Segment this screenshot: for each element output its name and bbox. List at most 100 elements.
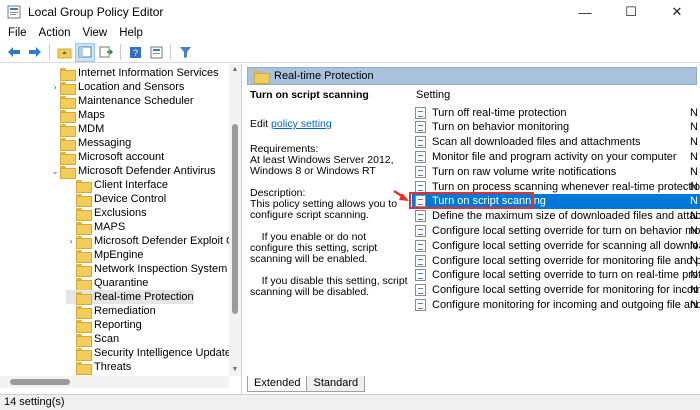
tree-item[interactable]: Scan [66,332,119,347]
policy-setting-icon [415,224,426,237]
properties-button[interactable] [146,43,166,62]
menu-help[interactable]: Help [113,27,149,39]
tree-item[interactable]: Reporting [66,318,142,333]
setting-row[interactable]: Define the maximum size of downloaded fi… [412,209,700,224]
tree-item[interactable]: Threats [66,360,131,375]
setting-name: Configure monitoring for incoming and ou… [432,298,700,311]
menu-file[interactable]: File [2,27,33,39]
toolbar: ? [0,42,700,63]
folder-icon [60,95,76,109]
back-arrow-icon [8,47,20,57]
tree-item[interactable]: Client Interface [66,178,168,193]
scroll-up-arrow-icon[interactable]: ▲ [229,64,241,76]
chevron-down-icon[interactable]: ⌄ [50,166,60,177]
tree-item[interactable]: Remediation [66,304,156,319]
policy-setting-icon [415,210,426,223]
red-arrow-annotation-icon [393,189,409,201]
tree-item[interactable]: Exclusions [66,206,147,221]
setting-row[interactable]: Scan all downloaded files and attachment… [412,135,700,150]
tree-item[interactable]: › Microsoft Defender Exploit Guar [66,234,241,249]
group-policy-app-icon [7,5,21,19]
tree-item[interactable]: MDM [50,122,104,137]
policy-setting-icon [415,195,426,208]
tree-item[interactable]: Device Control [66,192,166,207]
column-header-setting[interactable]: Setting [416,89,450,101]
setting-state: N [690,106,698,119]
setting-row[interactable]: Configure local setting override to turn… [412,268,700,283]
setting-row[interactable]: Turn off real-time protection N [412,105,700,120]
edit-prefix: Edit [250,118,269,130]
tree-item[interactable]: › Location and Sensors [50,80,184,95]
setting-row[interactable]: Configure local setting override for sca… [412,238,700,253]
tree-item[interactable]: Microsoft account [50,150,164,165]
edit-line: Edit policy setting [250,119,410,130]
filter-icon [179,46,191,58]
setting-row[interactable]: Turn on process scanning whenever real-t… [412,179,700,194]
setting-row[interactable]: Turn on behavior monitoring N [412,120,700,135]
tab-extended[interactable]: Extended [247,376,308,392]
tree-scroll-thumb[interactable] [232,124,238,314]
tree-item[interactable]: MpEngine [66,248,144,263]
close-button[interactable]: ✕ [654,0,700,24]
tree-item-label: MAPS [94,221,126,233]
tree-item-label: Internet Information Services [78,67,219,79]
tree-item[interactable]: Quarantine [66,276,148,291]
setting-name: Scan all downloaded files and attachment… [432,136,641,149]
tree-item[interactable]: Network Inspection System [66,262,227,277]
tree-item-label: Remediation [94,305,156,317]
setting-row[interactable]: Configure local setting override for mon… [412,283,700,298]
tree-item[interactable]: Messaging [50,136,131,151]
policy-setting-icon [415,269,426,282]
console-tree-icon [78,46,92,58]
help-icon: ? [129,46,141,58]
tree-item[interactable]: Internet Information Services [50,66,219,81]
help-button[interactable]: ? [125,43,145,62]
chevron-right-icon[interactable]: › [50,82,60,92]
tree-item[interactable]: Maps [50,108,105,123]
chevron-right-icon[interactable]: › [66,236,76,246]
setting-row[interactable]: Monitor file and program activity on you… [412,149,700,164]
menu-view[interactable]: View [77,27,114,39]
setting-row[interactable]: Turn on raw volume write notifications N [412,164,700,179]
menu-action[interactable]: Action [33,27,77,39]
setting-row[interactable]: Configure local setting override for tur… [412,223,700,238]
tree-item[interactable]: Maintenance Scheduler [50,94,194,109]
setting-row[interactable]: Configure monitoring for incoming and ou… [412,297,700,312]
folder-icon [76,249,92,263]
tree-item-label: Microsoft Defender Antivirus [78,165,216,177]
window-title: Local Group Policy Editor [28,5,164,19]
tab-standard[interactable]: Standard [306,376,366,392]
setting-state: N [690,165,698,178]
tree-hscroll-thumb[interactable] [10,379,70,385]
tree-item-label: Client Interface [94,179,168,191]
filter-button[interactable] [175,43,195,62]
tree-item[interactable]: Security Intelligence Updates [66,346,236,361]
folder-up-icon [57,48,71,58]
setting-state: N [690,136,698,149]
minimize-button[interactable]: — [562,0,608,24]
folder-icon [60,123,76,137]
tree-item[interactable]: ⌄ Microsoft Defender Antivirus [50,164,216,179]
setting-state: N [690,210,698,223]
maximize-button[interactable]: ☐ [608,0,654,24]
setting-row[interactable]: Turn on script scanning N [412,193,700,209]
back-button[interactable] [4,43,24,62]
scroll-down-arrow-icon[interactable]: ▼ [229,364,241,376]
up-one-level-button[interactable] [54,43,74,62]
tree-horizontal-scrollbar[interactable] [0,376,229,388]
export-list-button[interactable] [96,43,116,62]
setting-row[interactable]: Configure local setting override for mon… [412,253,700,268]
edit-policy-setting-link[interactable]: policy setting [271,118,332,130]
setting-state: N [690,284,698,297]
tree-item[interactable]: MAPS [66,220,126,235]
tree-item-label: Real-time Protection [94,291,194,303]
folder-icon [76,263,92,277]
policy-setting-icon [415,106,426,119]
folder-icon [76,207,92,221]
tree-item[interactable]: Real-time Protection [66,290,194,305]
forward-button[interactable] [25,43,45,62]
show-hide-console-tree-button[interactable] [75,42,95,62]
setting-name: Define the maximum size of downloaded fi… [432,210,700,223]
tree-vertical-scrollbar[interactable]: ▲ ▼ [229,64,241,376]
setting-title: Turn on script scanning [250,89,369,101]
